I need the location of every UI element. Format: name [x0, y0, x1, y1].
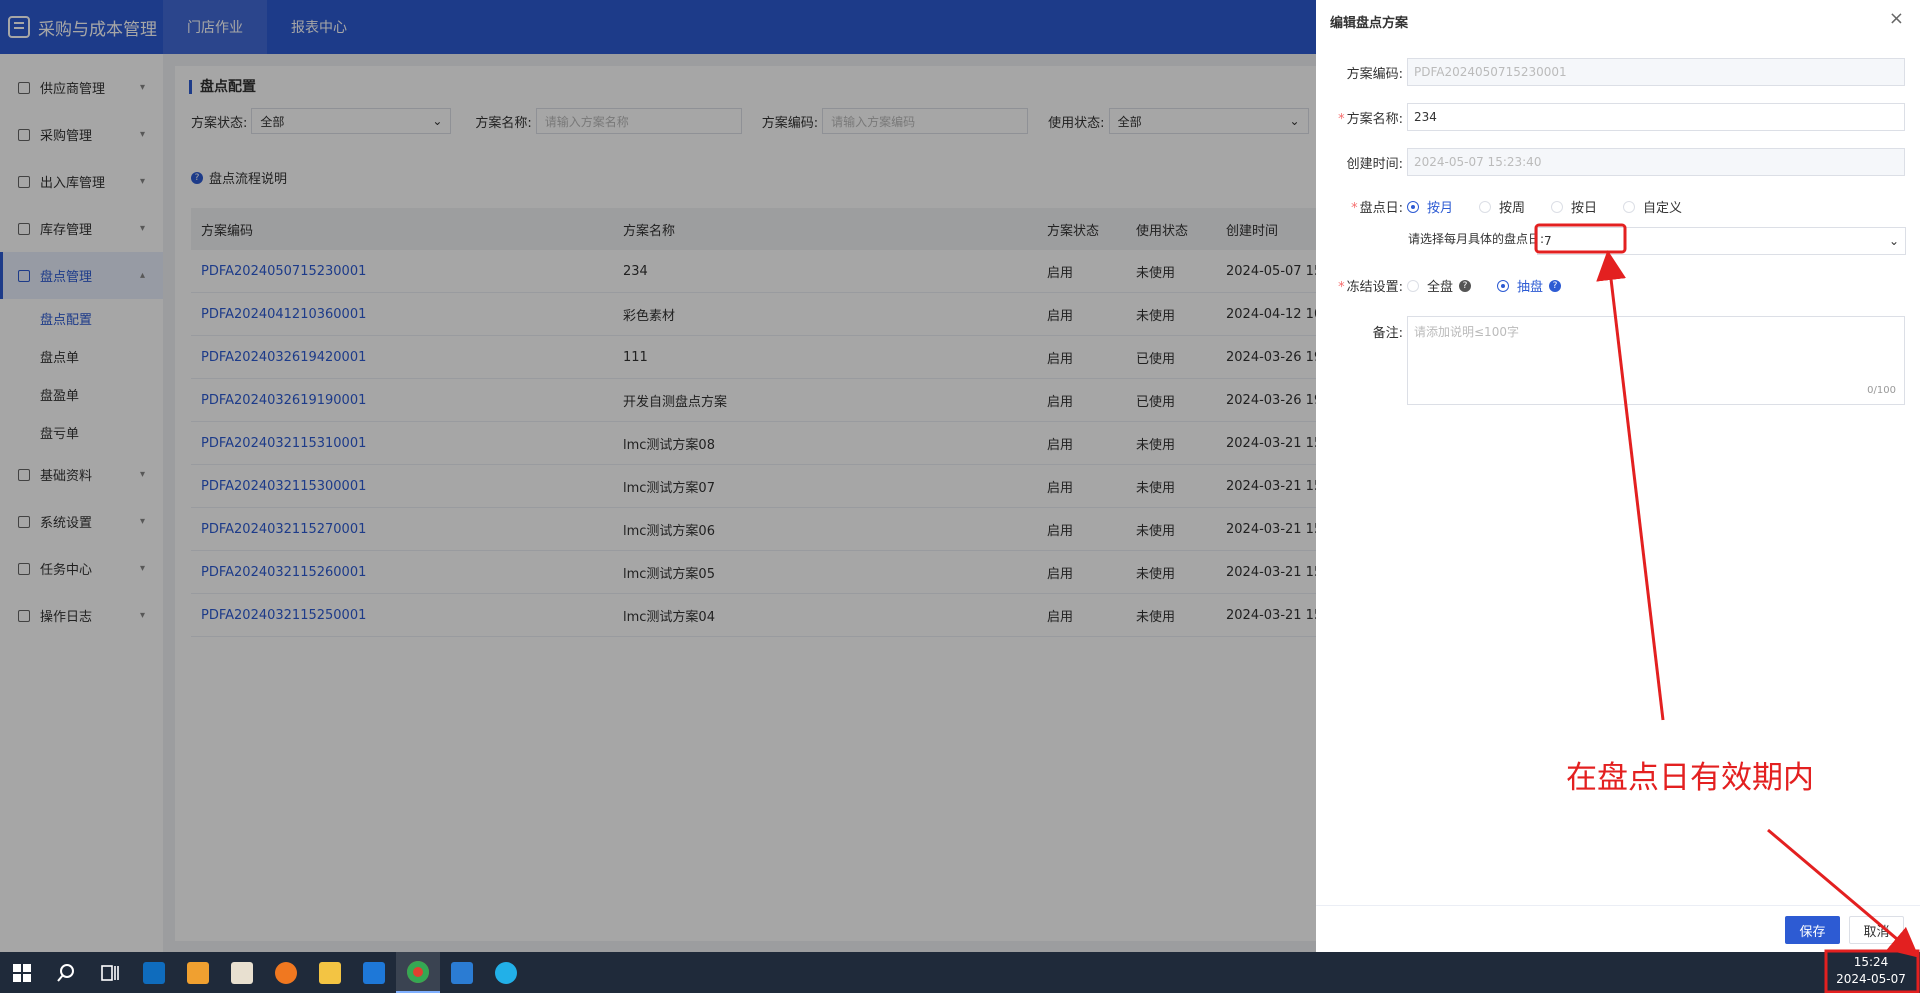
radio-daily[interactable]: 按日: [1551, 197, 1597, 216]
save-button[interactable]: 保存: [1785, 916, 1840, 944]
day-select-label: 请选择每月具体的盘点日:: [1408, 232, 1545, 246]
radio-custom[interactable]: 自定义: [1623, 197, 1682, 216]
drawer-title: 编辑盘点方案: [1330, 16, 1409, 31]
modal-overlay[interactable]: [0, 0, 1316, 952]
cancel-button[interactable]: 取消: [1849, 916, 1904, 944]
radio-dot: [1551, 200, 1564, 213]
row-code: 方案编码: PDFA2024050715230001: [1316, 58, 1920, 86]
radio-sample[interactable]: 抽盘?: [1497, 276, 1562, 295]
required-mark: *: [1351, 201, 1358, 216]
row-remark: 备注: 请添加说明≤100字 0/100: [1316, 316, 1920, 405]
search-icon[interactable]: [44, 952, 88, 993]
paint-icon[interactable]: [176, 952, 220, 993]
clock-date: 2024-05-07: [1836, 972, 1906, 986]
required-mark: *: [1338, 111, 1345, 127]
row-created: 创建时间: 2024-05-07 15:23:40: [1316, 148, 1920, 176]
radio-dot: [1623, 200, 1636, 213]
annotation-text: 在盘点日有效期内: [1566, 760, 1814, 796]
created-field: 2024-05-07 15:23:40: [1407, 148, 1905, 176]
freeze-radio-group: 全盘? 抽盘?: [1407, 276, 1587, 295]
day-select[interactable]: 7 ⌄: [1537, 227, 1906, 255]
close-icon[interactable]: ×: [1889, 8, 1904, 29]
chevron-down-icon: ⌄: [1888, 234, 1899, 248]
code-field: PDFA2024050715230001: [1407, 58, 1905, 86]
radio-weekly[interactable]: 按周: [1479, 197, 1525, 216]
radio-dot: [1407, 200, 1419, 213]
name-field[interactable]: 234: [1407, 103, 1905, 131]
row-freeze: * 冻结设置: 全盘? 抽盘?: [1316, 276, 1920, 295]
radio-dot: [1479, 200, 1492, 213]
edit-scheme-drawer: 编辑盘点方案 × 方案编码: PDFA2024050715230001 * 方案名…: [1316, 0, 1920, 952]
row-day: * 盘点日: 按月 按周 按日 自定义: [1316, 197, 1920, 216]
windows-icon: [13, 963, 31, 982]
start-button[interactable]: [0, 952, 44, 993]
radio-dot: [1407, 279, 1419, 292]
word-icon[interactable]: [440, 952, 484, 993]
required-mark: *: [1338, 280, 1345, 295]
char-counter: 0/100: [1867, 385, 1896, 396]
chat-icon[interactable]: [484, 952, 528, 993]
row-name: * 方案名称: 234: [1316, 103, 1920, 131]
clock-time: 15:24: [1853, 955, 1889, 969]
radio-full[interactable]: 全盘?: [1407, 276, 1472, 295]
system-clock[interactable]: 15:24 2024-05-07: [1826, 954, 1916, 988]
help-icon[interactable]: ?: [1459, 279, 1472, 292]
outlook-icon[interactable]: [132, 952, 176, 993]
notes-icon[interactable]: [220, 952, 264, 993]
taskbar: 15:24 2024-05-07: [0, 952, 1920, 993]
remark-textarea[interactable]: 请添加说明≤100字 0/100: [1407, 316, 1905, 405]
help-icon[interactable]: ?: [1549, 279, 1562, 292]
radio-monthly[interactable]: 按月: [1407, 197, 1453, 216]
app-store-icon[interactable]: [352, 952, 396, 993]
task-view-icon[interactable]: [88, 952, 132, 993]
day-radio-group: 按月 按周 按日 自定义: [1407, 197, 1708, 216]
folder-icon[interactable]: [308, 952, 352, 993]
app-color-icon[interactable]: [264, 952, 308, 993]
radio-dot: [1497, 279, 1510, 292]
drawer-footer: 保存 取消: [1316, 905, 1920, 952]
chrome-icon[interactable]: [396, 952, 440, 993]
